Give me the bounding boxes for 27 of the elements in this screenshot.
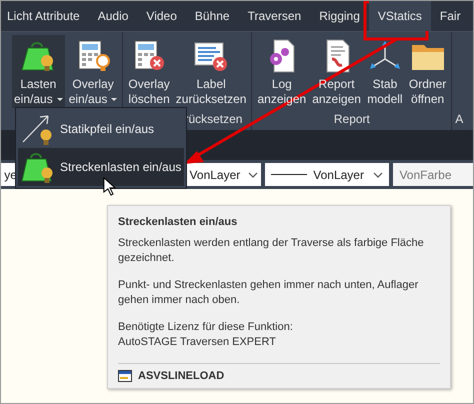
tooltip-text: Benötigte Lizenz für diese Funktion: AutoSTAGE Traversen EXPERT xyxy=(118,320,294,350)
ribbon-button[interactable]: Report anzeigen xyxy=(310,35,363,108)
tooltip-text: Punkt- und Streckenlasten gehen immer nach unten, Auflager gehen immer nach oben. xyxy=(118,278,420,308)
ribbon-button[interactable]: Overlay ein/aus xyxy=(66,35,120,108)
menu-item[interactable]: Streckenlasten ein/aus xyxy=(18,148,184,186)
ribbon-button[interactable]: Lasten ein/aus xyxy=(12,35,65,108)
group-label: Report xyxy=(334,112,370,126)
ribbon-button[interactable]: Ordner öffnen xyxy=(406,35,448,108)
ribbon-button[interactable]: Label zurücksetzen xyxy=(174,35,248,108)
command-name: ASVSLINELOAD xyxy=(138,370,224,382)
ribbon-button[interactable]: Overlay löschen xyxy=(126,35,172,108)
ribbon-tab[interactable]: Audio xyxy=(88,1,138,31)
tooltip-title: Streckenlasten ein/aus xyxy=(118,216,238,228)
ribbon-button[interactable]: Stab modell xyxy=(364,35,405,108)
ribbon-tab[interactable]: Rigging xyxy=(310,1,369,31)
group-label: rücksetzen xyxy=(184,112,242,126)
property-dropdown[interactable]: VonLayer xyxy=(265,163,390,186)
ribbon-tab[interactable]: Bühne xyxy=(186,1,239,31)
ribbon-tab[interactable]: VStatics xyxy=(368,1,431,31)
tooltip-text: Streckenlasten werden entlang der Traverse als farbige Fläche gezeichnet. xyxy=(118,236,425,266)
ribbon-tab[interactable]: Fair xyxy=(430,1,470,31)
ribbon-tab[interactable]: Video xyxy=(137,1,186,31)
property-dropdown[interactable]: VonFarbe xyxy=(393,163,473,186)
group-label: A xyxy=(455,112,464,126)
ribbon-tab[interactable]: Traversen xyxy=(238,1,310,31)
menu-item[interactable]: Statikpfeil ein/aus xyxy=(18,110,184,148)
ribbon-tab[interactable]: Licht Attribute xyxy=(1,1,89,31)
